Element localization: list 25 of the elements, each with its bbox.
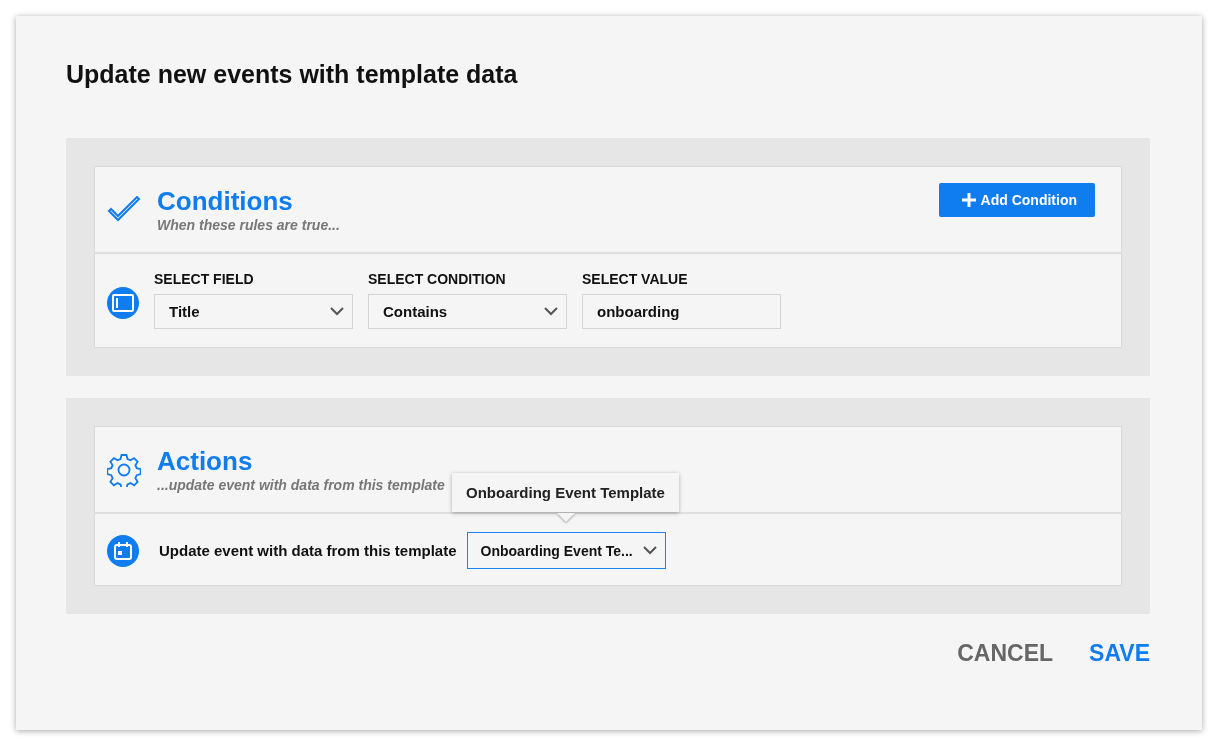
chevron-down-icon <box>330 307 344 316</box>
cancel-button[interactable]: CANCEL <box>957 640 1054 667</box>
chevron-down-icon <box>544 307 558 316</box>
section-title: Conditions <box>157 185 293 216</box>
action-label: Update event with data from this template <box>159 542 457 559</box>
section-subtitle: When these rules are true... <box>157 215 340 234</box>
checkmark-icon <box>107 195 141 224</box>
select-dropdown[interactable]: Contains <box>368 294 567 329</box>
field-label: SELECT CONDITION <box>368 270 507 288</box>
field-icon <box>107 287 139 319</box>
section-title: Actions <box>157 445 253 476</box>
select-dropdown[interactable]: Title <box>154 294 353 329</box>
value-input-field[interactable]: onboarding <box>582 294 781 329</box>
template-dropdown[interactable]: Onboarding Event Te... <box>466 532 666 569</box>
save-button[interactable]: SAVE <box>1089 640 1150 667</box>
gear-icon <box>107 452 141 487</box>
section-subtitle: ...update event with data from this template <box>157 475 445 494</box>
calendar-icon <box>107 534 139 567</box>
plus-icon <box>960 192 977 208</box>
field-label: SELECT FIELD <box>154 270 255 288</box>
add-condition-button[interactable]: Add Condition <box>938 183 1095 217</box>
chevron-down-icon <box>642 546 657 555</box>
dialog-title: Update new events with template data <box>66 59 519 90</box>
field-label: SELECT VALUE <box>582 270 689 288</box>
tooltip: Onboarding Event Template <box>452 473 679 512</box>
